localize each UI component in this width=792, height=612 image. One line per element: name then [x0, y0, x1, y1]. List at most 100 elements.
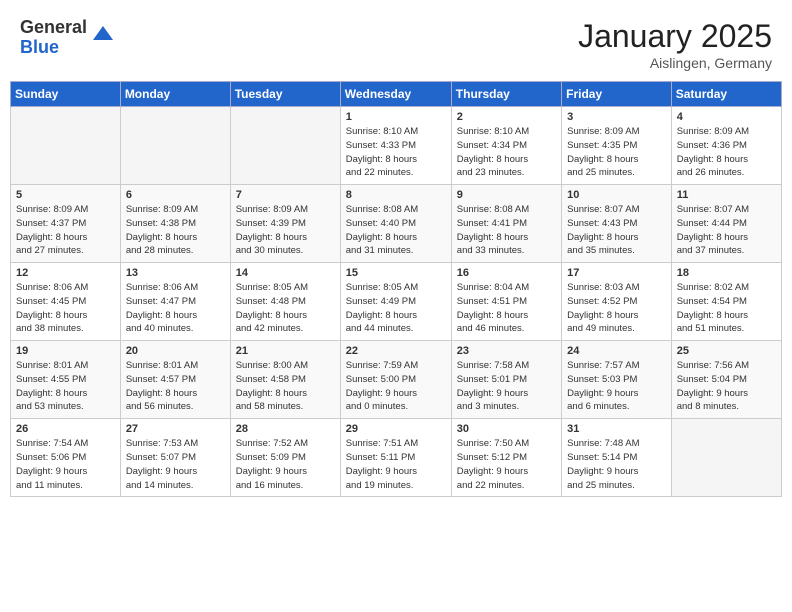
day-info: Sunrise: 8:10 AMSunset: 4:34 PMDaylight:… [457, 125, 556, 180]
day-info: Sunrise: 8:06 AMSunset: 4:47 PMDaylight:… [126, 281, 225, 336]
day-number: 26 [16, 423, 115, 435]
day-info: Sunrise: 8:01 AMSunset: 4:57 PMDaylight:… [126, 359, 225, 414]
day-info: Sunrise: 7:51 AMSunset: 5:11 PMDaylight:… [346, 437, 446, 492]
calendar-cell: 18Sunrise: 8:02 AMSunset: 4:54 PMDayligh… [671, 263, 781, 341]
calendar-cell: 2 Sunrise: 8:10 AMSunset: 4:34 PMDaylight… [451, 107, 561, 185]
day-number: 9 [457, 189, 556, 201]
weekday-header-row: SundayMondayTuesdayWednesdayThursdayFrid… [11, 82, 782, 107]
calendar-cell: 1Sunrise: 8:10 AMSunset: 4:33 PMDaylight… [340, 107, 451, 185]
day-info: Sunrise: 8:09 AMSunset: 4:35 PMDaylight:… [567, 125, 666, 180]
day-number: 4 [677, 111, 776, 123]
calendar-cell: 23 Sunrise: 7:58 AMSunset: 5:01 PMDayligh… [451, 341, 561, 419]
day-info: Sunrise: 7:57 AMSunset: 5:03 PMDaylight:… [567, 359, 666, 414]
day-info: Sunrise: 7:50 AMSunset: 5:12 PMDaylight:… [457, 437, 556, 492]
day-info: Sunrise: 7:48 AMSunset: 5:14 PMDaylight:… [567, 437, 666, 492]
day-number: 18 [677, 267, 776, 279]
day-info: Sunrise: 7:54 AMSunset: 5:06 PMDaylight:… [16, 437, 115, 492]
day-number: 15 [346, 267, 446, 279]
calendar-cell: 27 Sunrise: 7:53 AMSunset: 5:07 PMDayligh… [120, 419, 230, 497]
day-number: 24 [567, 345, 666, 357]
day-info: Sunrise: 8:04 AMSunset: 4:51 PMDaylight:… [457, 281, 556, 336]
day-number: 19 [16, 345, 115, 357]
day-number: 8 [346, 189, 446, 201]
day-number: 22 [346, 345, 446, 357]
calendar-cell: 29 Sunrise: 7:51 AMSunset: 5:11 PMDayligh… [340, 419, 451, 497]
calendar-cell: 7 Sunrise: 8:09 AMSunset: 4:39 PMDaylight… [230, 185, 340, 263]
week-row-1: 1Sunrise: 8:10 AMSunset: 4:33 PMDaylight… [11, 107, 782, 185]
day-info: Sunrise: 7:56 AMSunset: 5:04 PMDaylight:… [677, 359, 776, 414]
week-row-5: 26 Sunrise: 7:54 AMSunset: 5:06 PMDayligh… [11, 419, 782, 497]
calendar-cell: 10Sunrise: 8:07 AMSunset: 4:43 PMDayligh… [562, 185, 672, 263]
weekday-header-wednesday: Wednesday [340, 82, 451, 107]
day-info: Sunrise: 8:01 AMSunset: 4:55 PMDaylight:… [16, 359, 115, 414]
calendar-cell: 4 Sunrise: 8:09 AMSunset: 4:36 PMDaylight… [671, 107, 781, 185]
day-number: 23 [457, 345, 556, 357]
day-info: Sunrise: 8:08 AMSunset: 4:40 PMDaylight:… [346, 203, 446, 258]
day-info: Sunrise: 8:09 AMSunset: 4:36 PMDaylight:… [677, 125, 776, 180]
day-info: Sunrise: 8:00 AMSunset: 4:58 PMDaylight:… [236, 359, 335, 414]
logo-general-text: General [20, 18, 87, 38]
day-number: 12 [16, 267, 115, 279]
week-row-3: 12Sunrise: 8:06 AMSunset: 4:45 PMDayligh… [11, 263, 782, 341]
calendar-cell: 11 Sunrise: 8:07 AMSunset: 4:44 PMDayligh… [671, 185, 781, 263]
day-number: 3 [567, 111, 666, 123]
day-number: 6 [126, 189, 225, 201]
day-number: 16 [457, 267, 556, 279]
calendar-cell: 26 Sunrise: 7:54 AMSunset: 5:06 PMDayligh… [11, 419, 121, 497]
day-info: Sunrise: 8:09 AMSunset: 4:39 PMDaylight:… [236, 203, 335, 258]
week-row-4: 19 Sunrise: 8:01 AMSunset: 4:55 PMDayligh… [11, 341, 782, 419]
weekday-header-friday: Friday [562, 82, 672, 107]
day-info: Sunrise: 8:07 AMSunset: 4:44 PMDaylight:… [677, 203, 776, 258]
calendar: SundayMondayTuesdayWednesdayThursdayFrid… [10, 81, 782, 497]
calendar-cell [11, 107, 121, 185]
calendar-cell [671, 419, 781, 497]
calendar-cell: 8 Sunrise: 8:08 AMSunset: 4:40 PMDaylight… [340, 185, 451, 263]
day-info: Sunrise: 7:53 AMSunset: 5:07 PMDaylight:… [126, 437, 225, 492]
day-info: Sunrise: 8:03 AMSunset: 4:52 PMDaylight:… [567, 281, 666, 336]
location: Aislingen, Germany [578, 55, 772, 71]
calendar-cell: 6 Sunrise: 8:09 AMSunset: 4:38 PMDaylight… [120, 185, 230, 263]
day-info: Sunrise: 8:08 AMSunset: 4:41 PMDaylight:… [457, 203, 556, 258]
calendar-cell: 31 Sunrise: 7:48 AMSunset: 5:14 PMDayligh… [562, 419, 672, 497]
calendar-cell: 14Sunrise: 8:05 AMSunset: 4:48 PMDayligh… [230, 263, 340, 341]
day-info: Sunrise: 7:59 AMSunset: 5:00 PMDaylight:… [346, 359, 446, 414]
day-number: 29 [346, 423, 446, 435]
day-number: 10 [567, 189, 666, 201]
calendar-cell: 15 Sunrise: 8:05 AMSunset: 4:49 PMDayligh… [340, 263, 451, 341]
weekday-header-saturday: Saturday [671, 82, 781, 107]
day-number: 2 [457, 111, 556, 123]
day-info: Sunrise: 7:52 AMSunset: 5:09 PMDaylight:… [236, 437, 335, 492]
day-number: 14 [236, 267, 335, 279]
day-number: 30 [457, 423, 556, 435]
calendar-cell: 12Sunrise: 8:06 AMSunset: 4:45 PMDayligh… [11, 263, 121, 341]
day-number: 20 [126, 345, 225, 357]
weekday-header-monday: Monday [120, 82, 230, 107]
calendar-cell: 16 Sunrise: 8:04 AMSunset: 4:51 PMDayligh… [451, 263, 561, 341]
calendar-cell: 19 Sunrise: 8:01 AMSunset: 4:55 PMDayligh… [11, 341, 121, 419]
day-number: 31 [567, 423, 666, 435]
day-number: 27 [126, 423, 225, 435]
calendar-cell [230, 107, 340, 185]
day-info: Sunrise: 7:58 AMSunset: 5:01 PMDaylight:… [457, 359, 556, 414]
week-row-2: 5Sunrise: 8:09 AMSunset: 4:37 PMDaylight… [11, 185, 782, 263]
month-title: January 2025 [578, 18, 772, 55]
day-number: 11 [677, 189, 776, 201]
header: General Blue January 2025 Aislingen, Ger… [10, 10, 782, 77]
calendar-cell: 13 Sunrise: 8:06 AMSunset: 4:47 PMDayligh… [120, 263, 230, 341]
day-number: 25 [677, 345, 776, 357]
calendar-cell: 22 Sunrise: 7:59 AMSunset: 5:00 PMDayligh… [340, 341, 451, 419]
logo-icon [91, 22, 115, 46]
weekday-header-sunday: Sunday [11, 82, 121, 107]
day-number: 17 [567, 267, 666, 279]
logo-blue-text: Blue [20, 38, 87, 58]
calendar-cell [120, 107, 230, 185]
weekday-header-tuesday: Tuesday [230, 82, 340, 107]
day-info: Sunrise: 8:09 AMSunset: 4:38 PMDaylight:… [126, 203, 225, 258]
weekday-header-thursday: Thursday [451, 82, 561, 107]
day-info: Sunrise: 8:05 AMSunset: 4:49 PMDaylight:… [346, 281, 446, 336]
day-number: 5 [16, 189, 115, 201]
day-number: 7 [236, 189, 335, 201]
calendar-cell: 30 Sunrise: 7:50 AMSunset: 5:12 PMDayligh… [451, 419, 561, 497]
calendar-cell: 3 Sunrise: 8:09 AMSunset: 4:35 PMDaylight… [562, 107, 672, 185]
day-number: 13 [126, 267, 225, 279]
